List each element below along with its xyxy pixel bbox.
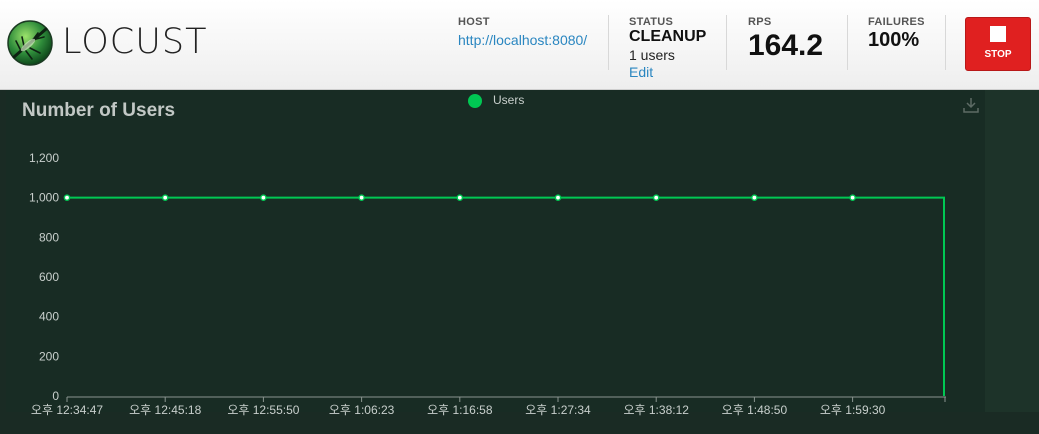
series-line-users xyxy=(67,196,945,396)
x-tick-label: 오후 1:06:23 xyxy=(329,403,395,417)
x-tick-label: 오후 1:48:50 xyxy=(722,403,788,417)
data-point xyxy=(652,194,660,201)
data-point xyxy=(260,194,267,201)
data-point xyxy=(358,194,365,201)
x-tick-label: 오후 12:45:18 xyxy=(129,403,201,417)
y-tick-label: 0 xyxy=(52,389,59,403)
x-tick-label: 오후 12:55:50 xyxy=(227,403,299,417)
x-tick-label: 오후 12:34:47 xyxy=(31,403,103,417)
y-tick-label: 600 xyxy=(39,270,59,284)
y-tick-label: 1,200 xyxy=(29,151,59,165)
data-point xyxy=(751,194,758,201)
data-point xyxy=(161,194,169,201)
data-point xyxy=(456,194,464,201)
data-point xyxy=(554,194,562,201)
x-tick-label: 오후 1:38:12 xyxy=(623,403,689,417)
x-tick-label: 오후 1:27:34 xyxy=(525,403,591,417)
y-tick-label: 800 xyxy=(39,230,59,244)
users-line-chart: 0 200 400 600 800 1,000 1,200 오후 12:34:47 오후 12:… xyxy=(29,151,946,417)
x-tick-label: 오후 1:59:30 xyxy=(820,403,886,417)
y-tick-label: 400 xyxy=(39,310,59,324)
y-tick-label: 1,000 xyxy=(29,191,59,205)
data-point xyxy=(849,194,856,201)
y-tick-label: 200 xyxy=(39,349,59,363)
data-point xyxy=(63,194,71,201)
x-tick-label: 오후 1:16:58 xyxy=(427,403,493,417)
